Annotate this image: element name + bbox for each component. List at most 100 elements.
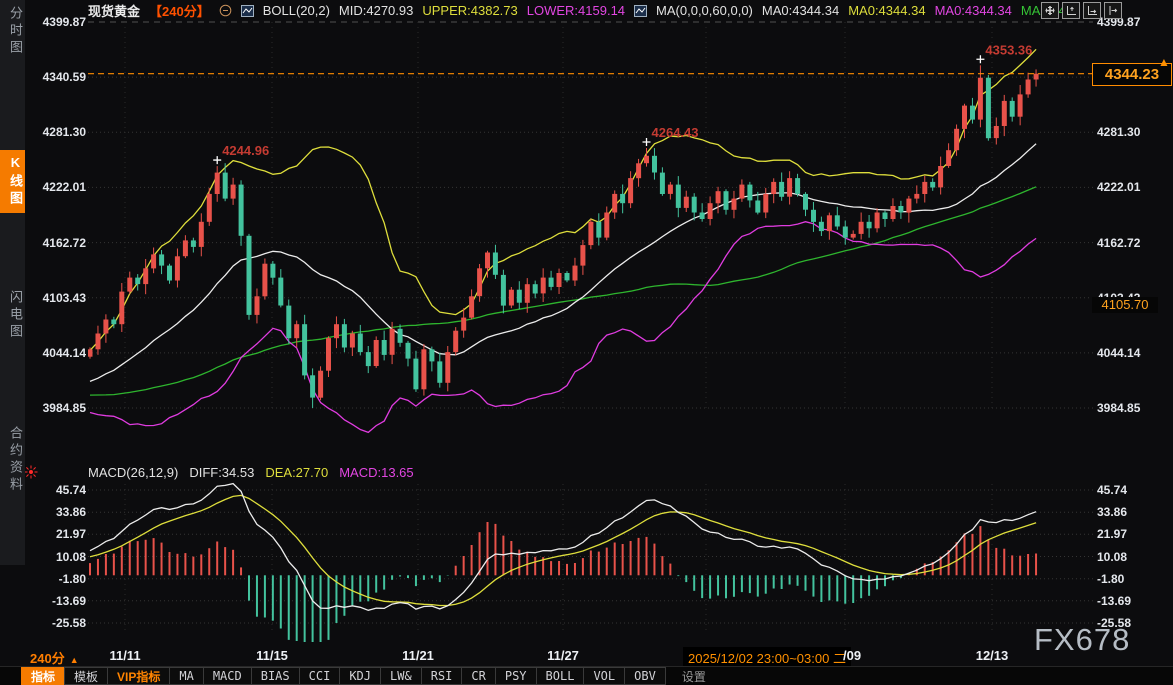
x-tick-label: 12/13: [976, 648, 1009, 663]
tab-cr[interactable]: CR: [461, 667, 495, 685]
candle-body: [398, 329, 403, 343]
candle-body: [167, 266, 172, 281]
candle-body: [525, 284, 530, 303]
candle-body: [517, 290, 522, 303]
swing-cross-marker: [976, 55, 984, 63]
sidebar-item-time-chart[interactable]: 分时图: [0, 6, 25, 57]
candle-body: [739, 185, 744, 199]
tab-indicators[interactable]: 指标: [21, 667, 65, 685]
candle-body: [994, 126, 999, 138]
tab-lw[interactable]: LW&: [380, 667, 422, 685]
candle-body: [644, 156, 649, 163]
tab-bias[interactable]: BIAS: [251, 667, 300, 685]
candle-body: [851, 234, 856, 238]
candle-body: [779, 182, 784, 197]
candle-body: [382, 340, 387, 355]
zoom-out-axis-icon[interactable]: [1083, 2, 1101, 19]
candle-body: [350, 334, 355, 348]
candle-body: [954, 129, 959, 150]
candlestick-chart[interactable]: 4244.964264.434353.36: [0, 0, 1173, 685]
candle-body: [652, 156, 657, 173]
candle-body: [143, 268, 148, 284]
tab-vip-indicators[interactable]: VIP指标: [107, 667, 170, 685]
ma-indicator-icon[interactable]: [634, 5, 647, 17]
candle-body: [938, 166, 943, 187]
candle-body: [604, 213, 609, 238]
diff-line: [90, 484, 1036, 611]
candle-body: [883, 213, 888, 220]
candle-body: [135, 278, 140, 285]
zoom-in-axis-icon[interactable]: [1062, 2, 1080, 19]
candle-body: [859, 222, 864, 234]
tab-cci[interactable]: CCI: [299, 667, 341, 685]
dropdown-triangle-icon: ▲: [70, 655, 79, 665]
ma-name: MA(0,0,0,60,0,0): [656, 3, 753, 18]
candle-body: [986, 78, 991, 139]
candle-body: [636, 163, 641, 178]
candle-body: [541, 278, 546, 294]
tab-rsi[interactable]: RSI: [421, 667, 463, 685]
candle-body: [803, 194, 808, 210]
candle-body: [676, 185, 681, 208]
candle-body: [549, 278, 554, 287]
candle-body: [366, 352, 371, 366]
indicator-toolbar: 指标 模板 VIP指标 MA MACD BIAS CCI KDJ LW& RSI…: [0, 666, 1173, 685]
tab-macd[interactable]: MACD: [203, 667, 252, 685]
candle-body: [811, 210, 816, 222]
candle-body: [509, 290, 514, 306]
watermark: FX678: [1034, 622, 1130, 658]
candle-body: [1026, 80, 1031, 95]
price-up-arrow-icon: ▲: [1158, 55, 1170, 69]
boll-indicator-icon[interactable]: [241, 5, 254, 17]
chart-header: 现货黄金 【240分】 BOLL(20,2) MID:4270.93 UPPER…: [88, 2, 1066, 19]
macd-name: MACD(26,12,9): [88, 465, 178, 480]
boll-upper-line: [90, 49, 1036, 350]
macd-header: MACD(26,12,9) DIFF:34.53 DEA:27.70 MACD:…: [88, 464, 414, 481]
left-sidebar: 分时图 K线图 闪电图 合约资料: [0, 0, 25, 565]
period-dropdown[interactable]: 240分▲: [30, 648, 79, 667]
candle-body: [445, 352, 450, 383]
macd-diff: DIFF:34.53: [189, 465, 254, 480]
candle-body: [732, 199, 737, 210]
sidebar-item-kline-chart[interactable]: K线图: [0, 150, 25, 213]
candle-body: [763, 194, 768, 213]
candle-body: [485, 253, 490, 269]
candle-body: [199, 222, 204, 247]
tab-kdj[interactable]: KDJ: [339, 667, 381, 685]
tab-ma[interactable]: MA: [169, 667, 203, 685]
candle-body: [867, 222, 872, 229]
close-indicator-icon[interactable]: [24, 465, 38, 484]
sidebar-item-contract-info[interactable]: 合约资料: [0, 426, 25, 494]
candle-body: [580, 245, 585, 266]
candle-body: [612, 194, 617, 213]
tab-obv[interactable]: OBV: [624, 667, 666, 685]
circle-adjust-icon[interactable]: [219, 4, 232, 17]
candle-body: [787, 178, 792, 197]
next-page-icon[interactable]: [1104, 2, 1122, 19]
candle-body: [970, 106, 975, 120]
candle-body: [215, 173, 220, 194]
pan-icon[interactable]: [1041, 2, 1059, 19]
boll-lower: LOWER:4159.14: [527, 3, 625, 18]
candle-body: [429, 349, 434, 361]
candle-body: [326, 338, 331, 371]
reference-price-tag: 4105.70: [1092, 297, 1158, 313]
tab-psy[interactable]: PSY: [495, 667, 537, 685]
ma0-magenta: MA0:4344.34: [935, 3, 1012, 18]
sidebar-item-flash-chart[interactable]: 闪电图: [0, 290, 25, 341]
candle-body: [461, 318, 466, 331]
tab-vol[interactable]: VOL: [583, 667, 625, 685]
candle-body: [342, 324, 347, 347]
candle-body: [358, 334, 363, 353]
candle-body: [557, 273, 562, 287]
tab-boll[interactable]: BOLL: [536, 667, 585, 685]
tab-settings[interactable]: 设置: [672, 667, 716, 685]
ma0-white: MA0:4344.34: [762, 3, 839, 18]
candle-body: [1034, 74, 1039, 80]
candle-body: [692, 197, 697, 213]
main-panel-graphics: 4244.964264.434353.36: [88, 22, 1094, 432]
swing-price-label: 4353.36: [985, 42, 1032, 57]
candle-body: [437, 361, 442, 382]
tab-templates[interactable]: 模板: [64, 667, 108, 685]
macd-value: MACD:13.65: [339, 465, 413, 480]
